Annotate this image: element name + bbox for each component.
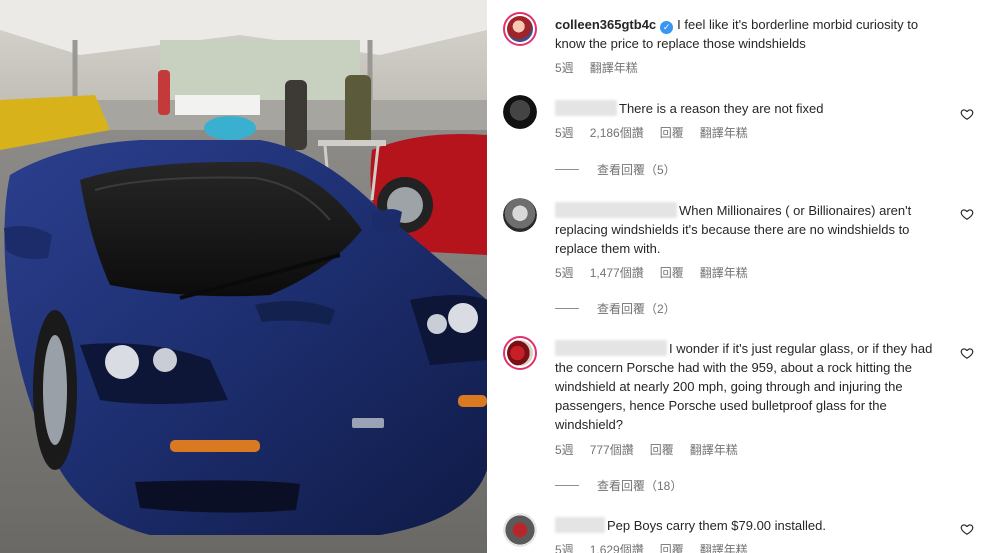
comment-1-time: 5週: [555, 126, 574, 140]
comment-2-likes[interactable]: 1,477個讚: [590, 264, 644, 281]
comment-4-meta: 5週 1,629個讚 回覆 翻譯年糕: [555, 541, 748, 553]
car-photo-illustration: [0, 0, 487, 553]
comment-3-username-redacted[interactable]: [555, 340, 667, 356]
comment-2-avatar[interactable]: [503, 198, 537, 232]
comment-1-likes[interactable]: 2,186個讚: [590, 124, 644, 141]
comment-2-view-replies-label: 查看回覆（2）: [597, 302, 676, 316]
comment-3-translate-link[interactable]: 翻譯年糕: [690, 441, 738, 458]
comment-3-view-replies-label: 查看回覆（18）: [597, 479, 683, 493]
heart-outline-icon: [960, 524, 974, 535]
caption-translate-link[interactable]: 翻譯年糕: [590, 59, 638, 76]
comment-1-username-redacted[interactable]: [555, 100, 617, 116]
replies-divider: [555, 308, 579, 309]
replies-divider: [555, 485, 579, 486]
caption-meta: 5週 翻譯年糕: [555, 59, 638, 76]
comment-2-username-redacted[interactable]: [555, 202, 677, 218]
comment-1-view-replies[interactable]: 查看回覆（5）: [555, 161, 676, 178]
comment-3-likes[interactable]: 777個讚: [590, 441, 634, 458]
comment-2-view-replies[interactable]: 查看回覆（2）: [555, 300, 676, 317]
comment-2-meta: 5週 1,477個讚 回覆 翻譯年糕: [555, 264, 748, 281]
comment-3-meta: 5週 777個讚 回覆 翻譯年糕: [555, 441, 738, 458]
heart-outline-icon: [960, 209, 974, 220]
comment-1-body: There is a reason they are not fixed: [619, 101, 824, 116]
comment-4-time: 5週: [555, 543, 574, 553]
comment-1-translate-link[interactable]: 翻譯年糕: [700, 124, 748, 141]
author-username[interactable]: colleen365gtb4c: [555, 17, 656, 32]
comment-3-view-replies[interactable]: 查看回覆（18）: [555, 477, 682, 494]
post-photo: [0, 0, 487, 553]
comment-4-reply-button[interactable]: 回覆: [660, 541, 684, 553]
comment-4-avatar[interactable]: [503, 513, 537, 547]
caption-time: 5週: [555, 61, 574, 75]
verified-badge-icon: ✓: [660, 21, 674, 34]
replies-divider: [555, 169, 579, 170]
heart-outline-icon: [960, 109, 974, 120]
comment-4-translate-link[interactable]: 翻譯年糕: [700, 541, 748, 553]
comment-2-like-button[interactable]: [960, 207, 974, 221]
comment-1-text: There is a reason they are not fixed: [555, 99, 947, 118]
comment-4-like-button[interactable]: [960, 522, 974, 536]
comment-1-like-button[interactable]: [960, 107, 974, 121]
comment-1-avatar[interactable]: [503, 95, 537, 129]
comment-1-meta: 5週 2,186個讚 回覆 翻譯年糕: [555, 124, 748, 141]
comment-2-text: When Millionaires ( or Billionaires) are…: [555, 201, 947, 258]
comment-3-time: 5週: [555, 443, 574, 457]
comment-2-reply-button[interactable]: 回覆: [660, 264, 684, 281]
comment-3-reply-button[interactable]: 回覆: [650, 441, 674, 458]
comment-3-like-button[interactable]: [960, 346, 974, 360]
comment-3-avatar[interactable]: [503, 336, 537, 370]
comment-1-view-replies-label: 查看回覆（5）: [597, 163, 676, 177]
author-avatar[interactable]: [503, 12, 537, 46]
caption-text: colleen365gtb4c ✓ I feel like it's borderl…: [555, 15, 947, 53]
comments-panel: colleen365gtb4c ✓ I feel like it's borderl…: [487, 0, 984, 553]
comment-1-reply-button[interactable]: 回覆: [660, 124, 684, 141]
heart-outline-icon: [960, 348, 974, 359]
comment-2-time: 5週: [555, 266, 574, 280]
comment-2-translate-link[interactable]: 翻譯年糕: [700, 264, 748, 281]
comment-3-text: I wonder if it's just regular glass, or …: [555, 339, 947, 434]
comment-4-likes[interactable]: 1,629個讚: [590, 541, 644, 553]
comment-4-username-redacted[interactable]: [555, 517, 605, 533]
comment-4-body: Pep Boys carry them $79.00 installed.: [607, 518, 826, 533]
comment-4-text: Pep Boys carry them $79.00 installed.: [555, 516, 947, 535]
